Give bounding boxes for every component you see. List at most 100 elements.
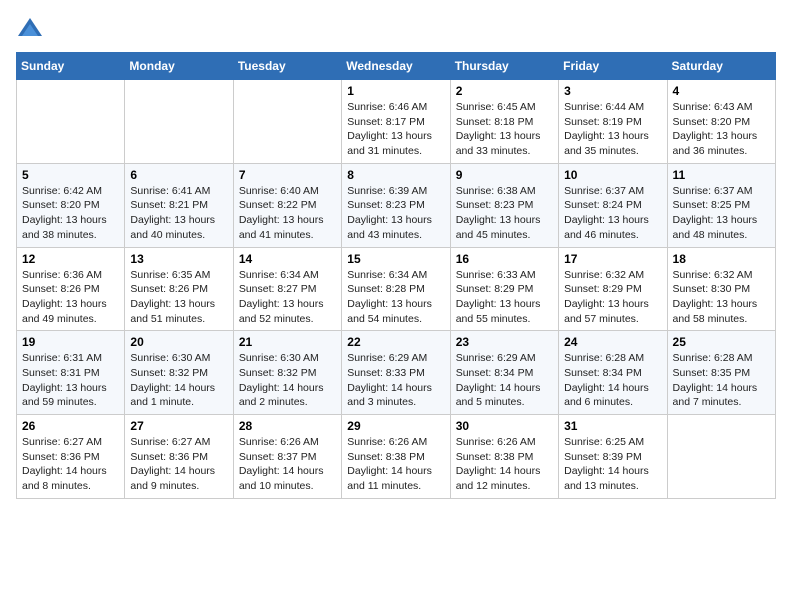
calendar-cell: 2 Sunrise: 6:45 AM Sunset: 8:18 PM Daylig… — [450, 80, 558, 164]
calendar-cell: 18Sunrise: 6:32 AM Sunset: 8:30 PM Dayli… — [667, 247, 775, 331]
day-header-saturday: Saturday — [667, 53, 775, 80]
day-number: 27 — [130, 419, 227, 433]
day-header-monday: Monday — [125, 53, 233, 80]
day-header-wednesday: Wednesday — [342, 53, 450, 80]
calendar-week-4: 19 Sunrise: 6:31 AM Sunset: 8:31 PM Dayli… — [17, 331, 776, 415]
day-info: Sunrise: 6:27 AM Sunset: 8:36 PM Dayligh… — [130, 435, 227, 494]
day-number: 4 — [673, 84, 770, 98]
calendar-cell: 9Sunrise: 6:38 AM Sunset: 8:23 PM Daylig… — [450, 163, 558, 247]
calendar-cell: 14 Sunrise: 6:34 AM Sunset: 8:27 PM Dayli… — [233, 247, 341, 331]
calendar-cell: 28 Sunrise: 6:26 AM Sunset: 8:37 PM Dayli… — [233, 415, 341, 499]
calendar-week-5: 26 Sunrise: 6:27 AM Sunset: 8:36 PM Dayli… — [17, 415, 776, 499]
calendar-cell — [233, 80, 341, 164]
day-header-tuesday: Tuesday — [233, 53, 341, 80]
day-info: Sunrise: 6:37 AM Sunset: 8:24 PM Dayligh… — [564, 184, 661, 243]
day-number: 31 — [564, 419, 661, 433]
day-info: Sunrise: 6:26 AM Sunset: 8:38 PM Dayligh… — [456, 435, 553, 494]
page-header — [16, 16, 776, 44]
day-info: Sunrise: 6:29 AM Sunset: 8:34 PM Dayligh… — [456, 351, 553, 410]
calendar-cell: 30 Sunrise: 6:26 AM Sunset: 8:38 PM Dayli… — [450, 415, 558, 499]
day-number: 30 — [456, 419, 553, 433]
day-number: 14 — [239, 252, 336, 266]
day-number: 19 — [22, 335, 119, 349]
day-number: 1 — [347, 84, 444, 98]
day-info: Sunrise: 6:34 AM Sunset: 8:28 PM Dayligh… — [347, 268, 444, 327]
day-info: Sunrise: 6:40 AM Sunset: 8:22 PM Dayligh… — [239, 184, 336, 243]
day-number: 28 — [239, 419, 336, 433]
calendar-cell — [125, 80, 233, 164]
day-info: Sunrise: 6:35 AM Sunset: 8:26 PM Dayligh… — [130, 268, 227, 327]
day-number: 26 — [22, 419, 119, 433]
day-header-friday: Friday — [559, 53, 667, 80]
day-number: 7 — [239, 168, 336, 182]
day-number: 11 — [673, 168, 770, 182]
calendar-cell: 1 Sunrise: 6:46 AM Sunset: 8:17 PM Daylig… — [342, 80, 450, 164]
day-number: 16 — [456, 252, 553, 266]
logo — [16, 16, 48, 44]
day-number: 22 — [347, 335, 444, 349]
day-info: Sunrise: 6:46 AM Sunset: 8:17 PM Dayligh… — [347, 100, 444, 159]
calendar-cell: 11Sunrise: 6:37 AM Sunset: 8:25 PM Dayli… — [667, 163, 775, 247]
day-number: 29 — [347, 419, 444, 433]
calendar-cell: 6Sunrise: 6:41 AM Sunset: 8:21 PM Daylig… — [125, 163, 233, 247]
day-info: Sunrise: 6:29 AM Sunset: 8:33 PM Dayligh… — [347, 351, 444, 410]
day-number: 17 — [564, 252, 661, 266]
day-info: Sunrise: 6:39 AM Sunset: 8:23 PM Dayligh… — [347, 184, 444, 243]
calendar-week-1: 1 Sunrise: 6:46 AM Sunset: 8:17 PM Daylig… — [17, 80, 776, 164]
day-info: Sunrise: 6:30 AM Sunset: 8:32 PM Dayligh… — [239, 351, 336, 410]
calendar-cell: 20 Sunrise: 6:30 AM Sunset: 8:32 PM Dayli… — [125, 331, 233, 415]
day-number: 21 — [239, 335, 336, 349]
day-header-sunday: Sunday — [17, 53, 125, 80]
calendar-week-3: 12Sunrise: 6:36 AM Sunset: 8:26 PM Dayli… — [17, 247, 776, 331]
calendar-cell: 13 Sunrise: 6:35 AM Sunset: 8:26 PM Dayli… — [125, 247, 233, 331]
logo-icon — [16, 16, 44, 44]
calendar-cell: 17 Sunrise: 6:32 AM Sunset: 8:29 PM Dayli… — [559, 247, 667, 331]
day-info: Sunrise: 6:25 AM Sunset: 8:39 PM Dayligh… — [564, 435, 661, 494]
calendar-cell: 5Sunrise: 6:42 AM Sunset: 8:20 PM Daylig… — [17, 163, 125, 247]
day-info: Sunrise: 6:30 AM Sunset: 8:32 PM Dayligh… — [130, 351, 227, 410]
day-info: Sunrise: 6:32 AM Sunset: 8:29 PM Dayligh… — [564, 268, 661, 327]
calendar-cell: 7 Sunrise: 6:40 AM Sunset: 8:22 PM Daylig… — [233, 163, 341, 247]
calendar-cell: 31 Sunrise: 6:25 AM Sunset: 8:39 PM Dayli… — [559, 415, 667, 499]
calendar-cell: 4 Sunrise: 6:43 AM Sunset: 8:20 PM Daylig… — [667, 80, 775, 164]
day-number: 2 — [456, 84, 553, 98]
day-info: Sunrise: 6:33 AM Sunset: 8:29 PM Dayligh… — [456, 268, 553, 327]
day-info: Sunrise: 6:41 AM Sunset: 8:21 PM Dayligh… — [130, 184, 227, 243]
calendar-cell: 22 Sunrise: 6:29 AM Sunset: 8:33 PM Dayli… — [342, 331, 450, 415]
calendar-cell — [17, 80, 125, 164]
calendar-cell: 24 Sunrise: 6:28 AM Sunset: 8:34 PM Dayli… — [559, 331, 667, 415]
calendar-cell: 19 Sunrise: 6:31 AM Sunset: 8:31 PM Dayli… — [17, 331, 125, 415]
day-info: Sunrise: 6:42 AM Sunset: 8:20 PM Dayligh… — [22, 184, 119, 243]
day-info: Sunrise: 6:45 AM Sunset: 8:18 PM Dayligh… — [456, 100, 553, 159]
day-info: Sunrise: 6:43 AM Sunset: 8:20 PM Dayligh… — [673, 100, 770, 159]
day-info: Sunrise: 6:26 AM Sunset: 8:38 PM Dayligh… — [347, 435, 444, 494]
day-info: Sunrise: 6:26 AM Sunset: 8:37 PM Dayligh… — [239, 435, 336, 494]
calendar-week-2: 5Sunrise: 6:42 AM Sunset: 8:20 PM Daylig… — [17, 163, 776, 247]
calendar-cell: 29 Sunrise: 6:26 AM Sunset: 8:38 PM Dayli… — [342, 415, 450, 499]
day-info: Sunrise: 6:31 AM Sunset: 8:31 PM Dayligh… — [22, 351, 119, 410]
calendar-cell: 23 Sunrise: 6:29 AM Sunset: 8:34 PM Dayli… — [450, 331, 558, 415]
day-number: 3 — [564, 84, 661, 98]
day-number: 23 — [456, 335, 553, 349]
day-number: 8 — [347, 168, 444, 182]
day-info: Sunrise: 6:28 AM Sunset: 8:34 PM Dayligh… — [564, 351, 661, 410]
day-info: Sunrise: 6:34 AM Sunset: 8:27 PM Dayligh… — [239, 268, 336, 327]
calendar-cell: 21 Sunrise: 6:30 AM Sunset: 8:32 PM Dayli… — [233, 331, 341, 415]
day-number: 24 — [564, 335, 661, 349]
day-number: 13 — [130, 252, 227, 266]
day-number: 20 — [130, 335, 227, 349]
calendar-header-row: SundayMondayTuesdayWednesdayThursdayFrid… — [17, 53, 776, 80]
calendar-cell: 27 Sunrise: 6:27 AM Sunset: 8:36 PM Dayli… — [125, 415, 233, 499]
calendar-cell: 3 Sunrise: 6:44 AM Sunset: 8:19 PM Daylig… — [559, 80, 667, 164]
calendar-cell: 10Sunrise: 6:37 AM Sunset: 8:24 PM Dayli… — [559, 163, 667, 247]
day-number: 25 — [673, 335, 770, 349]
day-info: Sunrise: 6:44 AM Sunset: 8:19 PM Dayligh… — [564, 100, 661, 159]
day-info: Sunrise: 6:28 AM Sunset: 8:35 PM Dayligh… — [673, 351, 770, 410]
calendar-cell: 16 Sunrise: 6:33 AM Sunset: 8:29 PM Dayli… — [450, 247, 558, 331]
calendar-cell: 25 Sunrise: 6:28 AM Sunset: 8:35 PM Dayli… — [667, 331, 775, 415]
day-info: Sunrise: 6:27 AM Sunset: 8:36 PM Dayligh… — [22, 435, 119, 494]
day-info: Sunrise: 6:32 AM Sunset: 8:30 PM Dayligh… — [673, 268, 770, 327]
calendar-cell: 8 Sunrise: 6:39 AM Sunset: 8:23 PM Daylig… — [342, 163, 450, 247]
calendar-cell: 26 Sunrise: 6:27 AM Sunset: 8:36 PM Dayli… — [17, 415, 125, 499]
calendar-cell: 12Sunrise: 6:36 AM Sunset: 8:26 PM Dayli… — [17, 247, 125, 331]
